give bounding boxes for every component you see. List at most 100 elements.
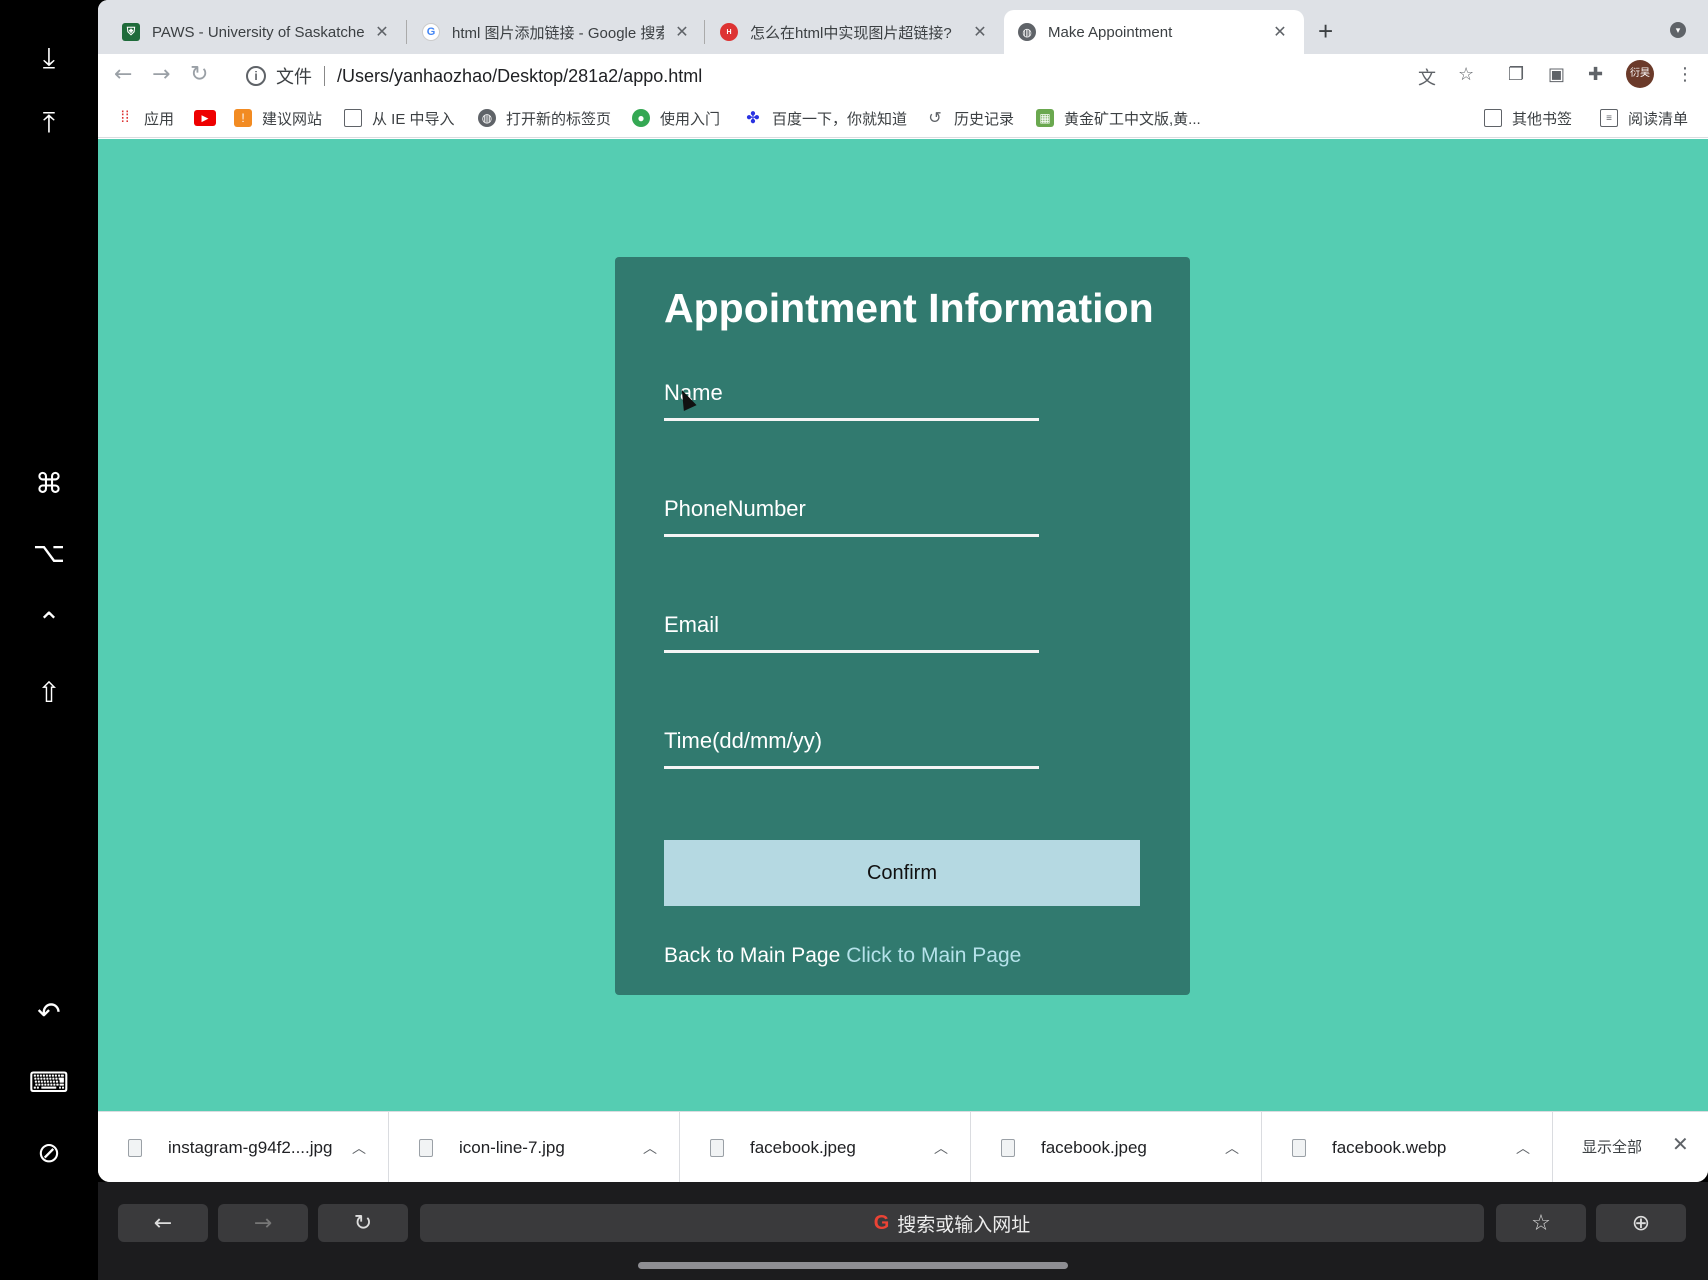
close-icon[interactable]: ✕ [1672,1132,1689,1157]
upload-screen-icon[interactable]: ⤒ [29,103,69,143]
extension-copy-icon[interactable]: ❐ [1508,64,1524,85]
download-name: facebook.jpeg [1041,1137,1147,1157]
close-icon[interactable]: ✕ [1270,22,1290,42]
touch-bar: ← → ↻ G 搜索或输入网址 ☆ ⊕ [98,1182,1708,1280]
html-favicon-icon: H [720,23,738,41]
translate-icon[interactable]: 文 [1418,64,1436,90]
download-item[interactable]: facebook.jpeg ︿ [680,1112,971,1182]
time-placeholder: Time(dd/mm/yy) [664,728,823,753]
file-icon [710,1138,724,1157]
bookmark-baidu[interactable]: ✤ 百度一下，你就知道 [744,106,907,130]
address-bar[interactable]: i 文件 /Users/yanhaozhao/Desktop/281a2/app… [234,58,1564,94]
new-tab-icon[interactable]: + [1318,16,1333,47]
option-key-icon[interactable]: ⌥ [29,532,69,572]
chevron-up-icon[interactable]: ︿ [1225,1138,1239,1158]
download-item[interactable]: instagram-g94f2....jpg ︿ [98,1112,389,1182]
download-item[interactable]: facebook.jpeg ︿ [971,1112,1262,1182]
file-icon [128,1138,142,1157]
control-key-icon[interactable]: ⌃ [29,602,69,642]
display-off-icon[interactable]: ⊘ [29,1132,69,1172]
google-favicon-icon: G [422,23,440,41]
confirm-button[interactable]: Confirm [664,840,1140,906]
bookmark-gold-miner[interactable]: ▦ 黄金矿工中文版,黄... [1036,106,1201,130]
time-field[interactable]: Time(dd/mm/yy) [664,723,1039,769]
folder-icon [1484,109,1502,127]
download-item[interactable]: icon-line-7.jpg ︿ [389,1112,680,1182]
browser-window: ⛨ PAWS - University of Saskatchewan ✕ G … [98,0,1708,1182]
bookmark-label: 历史记录 [954,110,1015,128]
extension-cast-icon[interactable]: ▣ [1548,64,1565,85]
appointment-form: Appointment Information Name PhoneNumber… [615,257,1190,995]
new-tab-plus-icon[interactable]: ⊕ [1596,1204,1686,1242]
chevron-up-icon[interactable]: ︿ [1516,1138,1530,1158]
touchbar-search[interactable]: G 搜索或输入网址 [420,1204,1484,1242]
download-item[interactable]: facebook.webp ︿ [1262,1112,1553,1182]
shield-favicon-icon: ⛨ [122,23,140,41]
main-page-link[interactable]: Click to Main Page [846,944,1021,967]
file-icon [1001,1138,1015,1157]
extensions-puzzle-icon[interactable]: ✚ [1588,64,1603,85]
bookmark-label: 阅读清单 [1628,110,1689,128]
back-icon[interactable]: ← [114,62,132,87]
bookmark-apps[interactable]: ⁞⁞ 应用 [116,106,174,130]
bookmarks-bar: ⁞⁞ 应用 ▶ ! 建议网站 从 IE 中导入 ◍ 打开新的标签页 ● 使用入门 [98,98,1708,138]
chevron-up-icon[interactable]: ︿ [934,1138,948,1158]
forward-icon[interactable]: → [218,1204,308,1242]
bookmark-suggested-sites[interactable]: ! 建议网站 [234,106,322,130]
chrome-icon: ● [632,109,650,127]
chevron-up-icon[interactable]: ︿ [643,1138,657,1158]
youtube-icon: ▶ [194,110,216,126]
close-icon[interactable]: ✕ [672,22,692,42]
globe-favicon-icon: ◍ [1018,23,1036,41]
command-key-icon[interactable]: ⌘ [29,463,69,503]
email-field[interactable]: Email [664,607,1039,653]
show-all-button[interactable]: 显示全部 [1582,1136,1642,1157]
close-icon[interactable]: ✕ [970,22,990,42]
phone-placeholder: PhoneNumber [664,496,806,521]
bookmark-new-tab[interactable]: ◍ 打开新的标签页 [478,106,611,130]
bookmark-label: 建议网站 [262,110,323,128]
bookmark-star-icon[interactable]: ☆ [1458,64,1474,85]
bookmark-reading-list[interactable]: ≡ 阅读清单 [1600,106,1688,130]
bookmark-youtube[interactable]: ▶ [194,106,226,130]
bookmark-label: 其他书签 [1512,110,1573,128]
info-icon[interactable]: i [246,66,266,86]
chevron-up-icon[interactable]: ︿ [352,1138,366,1158]
profile-avatar[interactable]: 衍昊 [1626,60,1654,88]
close-icon[interactable]: ✕ [372,22,392,42]
reload-icon[interactable]: ↻ [318,1204,408,1242]
keyboard-icon[interactable]: ⌨ [29,1062,69,1102]
game-icon: ▦ [1036,109,1054,127]
phone-field[interactable]: PhoneNumber [664,491,1039,537]
back-icon[interactable]: ← [118,1204,208,1242]
download-screen-icon[interactable]: ⤓ [29,38,69,78]
menu-kebab-icon[interactable]: ⋮ [1676,64,1694,85]
form-title: Appointment Information [664,285,1154,331]
home-indicator [638,1262,1068,1269]
google-icon: G [873,1211,890,1234]
tab-search-icon[interactable]: ▾ [1670,22,1686,38]
tab-google-search[interactable]: G html 图片添加链接 - Google 搜索 ✕ [422,10,692,54]
tab-html-link[interactable]: H 怎么在html中实现图片超链接? ✕ [720,10,990,54]
bookmark-other[interactable]: 其他书签 [1484,106,1572,130]
bookmark-label: 应用 [144,110,175,128]
undo-icon[interactable]: ↶ [29,992,69,1032]
shift-key-icon[interactable]: ⇧ [29,672,69,712]
bookmark-star-icon[interactable]: ☆ [1496,1204,1586,1242]
tab-title: 怎么在html中实现图片超链接? [750,24,952,42]
tab-paws[interactable]: ⛨ PAWS - University of Saskatchewan ✕ [122,10,392,54]
bookmark-import-ie[interactable]: 从 IE 中导入 [344,106,455,130]
tab-make-appointment[interactable]: ◍ Make Appointment ✕ [1004,10,1304,54]
suggested-sites-icon: ! [234,109,252,127]
toolbar: ← → ↻ i 文件 /Users/yanhaozhao/Desktop/281… [98,54,1708,98]
name-field[interactable]: Name [664,375,1039,421]
tab-title: Make Appointment [1048,23,1173,41]
bookmark-getting-started[interactable]: ● 使用入门 [632,106,720,130]
sidecar-bar: ⤓ ⤒ ⌘ ⌥ ⌃ ⇧ ↶ ⌨ ⊘ [0,0,98,1280]
reload-icon[interactable]: ↻ [190,62,208,87]
forward-icon[interactable]: → [152,62,170,87]
url-text[interactable]: /Users/yanhaozhao/Desktop/281a2/appo.htm… [337,66,702,87]
screen: ⤓ ⤒ ⌘ ⌥ ⌃ ⇧ ↶ ⌨ ⊘ ⛨ PAWS - University of… [0,0,1708,1280]
bookmark-label: 使用入门 [660,110,721,128]
bookmark-history[interactable]: ↺ 历史记录 [926,106,1014,130]
